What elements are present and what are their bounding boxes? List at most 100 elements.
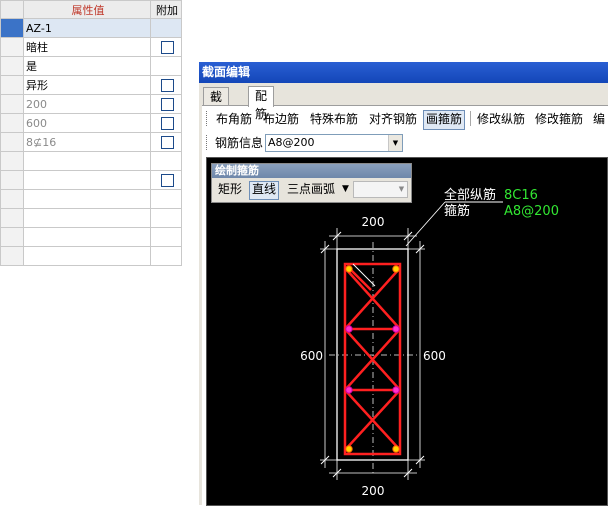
toolbar-grip[interactable] bbox=[206, 135, 210, 150]
section-editor-window: 截面编辑 截面 配筋 布角筋 布边筋 特殊布筋 对齐钢筋 画箍筋 修改纵筋 修改… bbox=[199, 62, 608, 506]
grid-row-stub bbox=[0, 18, 24, 38]
rebar-edge-dot bbox=[345, 325, 353, 333]
draw-line-button[interactable]: 直线 bbox=[249, 181, 280, 200]
rebar-panel: 布角筋 布边筋 特殊布筋 对齐钢筋 画箍筋 修改纵筋 修改箍筋 编 钢筋信息 A… bbox=[202, 105, 608, 506]
table-row[interactable]: AZ-1 bbox=[0, 18, 182, 38]
arc-option-combo[interactable]: ▼ bbox=[353, 181, 408, 198]
grid-cell-value[interactable] bbox=[23, 208, 151, 228]
grid-cell-value[interactable]: 8⊈16 bbox=[23, 132, 151, 152]
grid-row-stub bbox=[0, 75, 24, 95]
grid-cell-add bbox=[150, 37, 182, 57]
tab-section[interactable]: 截面 bbox=[203, 87, 230, 122]
table-row[interactable] bbox=[0, 208, 182, 228]
special-rebar-button[interactable]: 特殊布筋 bbox=[308, 110, 360, 128]
grid-row-stub bbox=[0, 170, 24, 190]
arc-dropdown-arrow-icon[interactable]: ▼ bbox=[340, 181, 351, 198]
append-checkbox[interactable] bbox=[160, 97, 174, 111]
table-row[interactable]: 是 bbox=[0, 56, 182, 76]
grid-cell-value[interactable] bbox=[23, 170, 151, 190]
grid-cell-value[interactable]: 暗柱 bbox=[23, 37, 151, 57]
grid-cell-add bbox=[150, 151, 182, 171]
tab-rebar[interactable]: 配筋 bbox=[248, 86, 275, 121]
rebar-corner-dot bbox=[392, 265, 400, 273]
grid-header-row: 属性值 附加 bbox=[0, 0, 182, 19]
window-title[interactable]: 截面编辑 bbox=[199, 62, 608, 83]
rebar-edge-dot bbox=[392, 325, 400, 333]
grid-cell-add bbox=[150, 94, 182, 114]
chevron-down-icon[interactable]: ▼ bbox=[388, 135, 402, 151]
grid-row-stub bbox=[0, 227, 24, 247]
table-row[interactable] bbox=[0, 227, 182, 247]
table-row[interactable]: 暗柱 bbox=[0, 37, 182, 57]
table-row[interactable] bbox=[0, 246, 182, 266]
table-row[interactable] bbox=[0, 170, 182, 190]
toolbar-grip[interactable] bbox=[206, 111, 210, 126]
grid-cell-add bbox=[150, 113, 182, 133]
append-checkbox[interactable] bbox=[160, 135, 174, 149]
grid-cell-value[interactable]: 异形 bbox=[23, 75, 151, 95]
grid-cell-add bbox=[150, 132, 182, 152]
grid-cell-add bbox=[150, 246, 182, 266]
draw-stirrup-palette: 绘制箍筋 矩形 直线 三点画弧 ▼ ▼ bbox=[211, 163, 412, 203]
callout-longitudinal-label: 全部纵筋 bbox=[444, 187, 496, 203]
append-checkbox[interactable] bbox=[160, 78, 174, 92]
draw-stirrup-button[interactable]: 画箍筋 bbox=[423, 110, 466, 130]
grid-cell-value[interactable] bbox=[23, 151, 151, 171]
grid-row-stub bbox=[0, 37, 24, 57]
rebar-corner-dot bbox=[392, 445, 400, 453]
grid-row-stub bbox=[0, 132, 24, 152]
grid-cell-value[interactable]: 600 bbox=[23, 113, 151, 133]
rebar-info-combo[interactable]: A8@200 ▼ bbox=[265, 134, 403, 152]
grid-row-stub bbox=[0, 0, 24, 19]
palette-title[interactable]: 绘制箍筋 bbox=[212, 164, 411, 178]
section-drawing: 200 200 600 600 全部纵筋 8C16 箍筋 A8@200 bbox=[300, 187, 559, 498]
toolbar-separator bbox=[470, 111, 471, 126]
grid-row-stub bbox=[0, 189, 24, 209]
table-row[interactable]: 异形 bbox=[0, 75, 182, 95]
chevron-down-icon[interactable]: ▼ bbox=[396, 182, 407, 197]
grid-row-stub bbox=[0, 94, 24, 114]
rebar-info-label: 钢筋信息 bbox=[215, 136, 264, 150]
callout-longitudinal-value: 8C16 bbox=[504, 188, 538, 203]
grid-row-stub bbox=[0, 113, 24, 133]
grid-cell-add bbox=[150, 227, 182, 247]
grid-header-value: 属性值 bbox=[23, 0, 151, 19]
align-rebar-button[interactable]: 对齐钢筋 bbox=[367, 110, 419, 128]
drawing-canvas[interactable]: 200 200 600 600 全部纵筋 8C16 箍筋 A8@200 绘制箍筋… bbox=[206, 157, 608, 506]
append-checkbox[interactable] bbox=[160, 40, 174, 54]
grid-cell-add bbox=[150, 56, 182, 76]
property-grid: 属性值 附加 AZ-1 暗柱 是 异形 200 600 8⊈16 bbox=[0, 0, 182, 270]
grid-cell-add bbox=[150, 75, 182, 95]
place-corner-rebar-button[interactable]: 布角筋 bbox=[214, 110, 254, 128]
callout-stirrup-label: 箍筋 bbox=[444, 203, 470, 219]
append-checkbox[interactable] bbox=[160, 116, 174, 130]
grid-cell-value[interactable]: 是 bbox=[23, 56, 151, 76]
rebar-corner-dot bbox=[345, 265, 353, 273]
dim-left-text: 600 bbox=[300, 349, 323, 363]
grid-cell-value[interactable] bbox=[23, 246, 151, 266]
table-row[interactable] bbox=[0, 189, 182, 209]
dim-top-text: 200 bbox=[362, 215, 385, 229]
draw-rectangle-button[interactable]: 矩形 bbox=[216, 181, 244, 198]
append-checkbox[interactable] bbox=[160, 173, 174, 187]
edit-longitudinal-rebar-button[interactable]: 修改纵筋 bbox=[475, 110, 527, 128]
dim-bottom-text: 200 bbox=[362, 484, 385, 498]
grid-row-stub bbox=[0, 151, 24, 171]
table-row[interactable]: 600 bbox=[0, 113, 182, 133]
rebar-info-value: A8@200 bbox=[268, 136, 315, 149]
grid-cell-value[interactable] bbox=[23, 189, 151, 209]
edit-stirrup-button[interactable]: 修改箍筋 bbox=[533, 110, 585, 128]
grid-cell-value[interactable]: 200 bbox=[23, 94, 151, 114]
table-row[interactable] bbox=[0, 151, 182, 171]
table-row[interactable]: 200 bbox=[0, 94, 182, 114]
table-row[interactable]: 8⊈16 bbox=[0, 132, 182, 152]
dim-right-text: 600 bbox=[423, 349, 446, 363]
rebar-info-toolbar: 钢筋信息 A8@200 ▼ bbox=[202, 132, 608, 154]
grid-row-stub bbox=[0, 56, 24, 76]
grid-cell-value[interactable]: AZ-1 bbox=[23, 18, 151, 38]
edit-more-button[interactable]: 编 bbox=[591, 110, 607, 128]
rebar-corner-dot bbox=[345, 445, 353, 453]
three-point-arc-button[interactable]: 三点画弧 bbox=[285, 181, 337, 198]
callout-leader bbox=[405, 201, 446, 247]
grid-cell-value[interactable] bbox=[23, 227, 151, 247]
